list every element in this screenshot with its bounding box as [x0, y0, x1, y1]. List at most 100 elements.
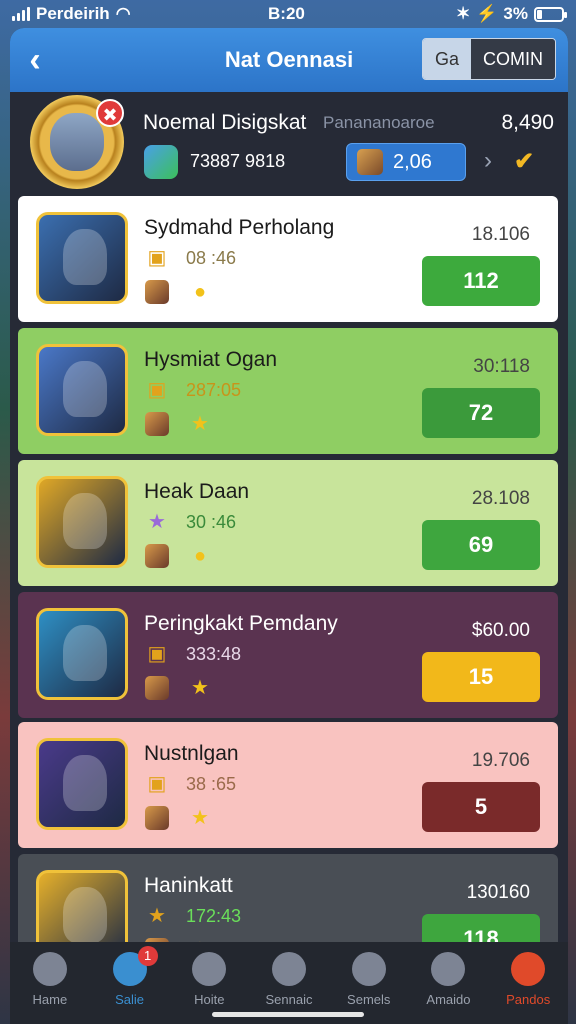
game-thumbnail: [36, 476, 128, 568]
joystick-icon: [351, 952, 386, 986]
profile-name: Noemal Disigskat: [143, 111, 307, 134]
coins-value: 2,06: [393, 150, 432, 173]
card-score: 130160: [466, 882, 530, 903]
back-button[interactable]: ‹: [10, 28, 60, 92]
charging-icon: ⚡: [476, 4, 498, 23]
nav-label: Sennaic: [265, 992, 313, 1007]
star-icon: ★: [191, 807, 209, 829]
nav-item-hame[interactable]: Hame: [10, 942, 90, 1024]
card-action-button[interactable]: 69: [422, 520, 540, 570]
star-icon: ▣: [147, 379, 167, 401]
card-time: 08 :46: [186, 248, 237, 268]
character-icon: [145, 280, 169, 304]
segment-comin[interactable]: COMIN: [471, 39, 555, 79]
card-time: 38 :65: [186, 774, 237, 794]
segment-ga[interactable]: Ga: [422, 39, 471, 79]
battery-label: 3%: [503, 4, 528, 23]
character-icon: [145, 676, 169, 700]
profile-subtitle: Panananoaroe: [323, 113, 435, 132]
nav-item-salie[interactable]: Salie 1: [90, 942, 170, 1024]
card-title: Haninkatt: [144, 874, 233, 897]
chevron-right-icon[interactable]: ›: [484, 147, 492, 175]
star-icon: ★: [148, 905, 166, 927]
carrier-label: Perdeirih: [36, 4, 110, 23]
status-right: ✶ ⚡ 3%: [456, 4, 567, 24]
bluetooth-icon: ✶: [456, 4, 471, 23]
card-time: 172:43: [186, 906, 242, 926]
list-item[interactable]: Sydmahd Perholang ▣ 08 :46 ● 18.106 112: [18, 196, 558, 322]
card-score: $60.00: [471, 620, 530, 641]
signal-icon: [12, 7, 30, 21]
chest-icon: ★: [148, 511, 166, 533]
game-thumbnail: [36, 212, 128, 304]
avatar[interactable]: ✖: [30, 95, 124, 189]
card-title: Nustnlgan: [144, 742, 239, 765]
coins-button[interactable]: 2,06: [346, 143, 466, 181]
profile-score: 8,490: [501, 111, 554, 134]
card-action-button[interactable]: 15: [422, 652, 540, 702]
card-score: 19.706: [471, 750, 530, 771]
search-icon: [272, 952, 307, 986]
list-item[interactable]: Hysmiat Ogan ▣ 287:05 ★ 30:118 72: [18, 328, 558, 454]
nav-label: Salie: [115, 992, 145, 1007]
card-action-button[interactable]: 5: [422, 782, 540, 832]
card-action-button[interactable]: 72: [422, 388, 540, 438]
status-bar: Perdeirih ◠ B:20 ✶ ⚡ 3%: [0, 0, 576, 28]
card-score: 30:118: [473, 356, 530, 377]
profile-id: 73887 9818: [190, 151, 286, 171]
check-icon: ✔: [514, 148, 535, 175]
character-icon: [357, 149, 383, 175]
card-score: 18.106: [471, 224, 530, 245]
character-icon: [145, 544, 169, 568]
game-thumbnail: [36, 344, 128, 436]
gem-icon: [144, 145, 178, 179]
coin-icon: ●: [193, 281, 207, 303]
star-icon: ★: [191, 677, 209, 699]
segment-control: Ga COMIN: [421, 38, 556, 80]
list-icon: [192, 952, 227, 986]
notification-badge-icon: ✖: [96, 99, 124, 127]
character-icon: [145, 412, 169, 436]
camera-icon: [431, 952, 466, 986]
nav-badge: 1: [137, 946, 158, 966]
header-bar: ‹ Nat Oennasi Ga COMIN: [10, 28, 568, 92]
card-time: 30 :46: [186, 512, 237, 532]
card-score: 28.108: [471, 488, 530, 509]
list-item[interactable]: Heak Daan ★ 30 :46 ● 28.108 69: [18, 460, 558, 586]
nav-label: Hame: [32, 992, 68, 1007]
card-title: Sydmahd Perholang: [144, 216, 335, 239]
clock: B:20: [268, 4, 305, 23]
nav-label: Semels: [347, 992, 391, 1007]
character-icon: [145, 806, 169, 830]
card-title: Heak Daan: [144, 480, 250, 503]
card-title: Hysmiat Ogan: [144, 348, 278, 371]
star-icon: ▣: [147, 643, 167, 665]
nav-item-amaido[interactable]: Amaido: [409, 942, 489, 1024]
app-window: ‹ Nat Oennasi Ga COMIN ✖ Noemal Disigska…: [10, 28, 568, 1024]
home-icon: [32, 952, 67, 986]
battery-icon: [534, 6, 567, 22]
card-action-button[interactable]: 112: [422, 256, 540, 306]
wifi-icon: ◠: [115, 4, 131, 23]
status-left: Perdeirih ◠: [12, 4, 131, 24]
card-title: Peringkakt Pemdany: [144, 612, 338, 635]
home-indicator: [212, 1012, 364, 1017]
list-item[interactable]: Peringkakt Pemdany ▣ 333:48 ★ $60.00 15: [18, 592, 558, 718]
card-time: 287:05: [186, 380, 242, 400]
game-thumbnail: [36, 608, 128, 700]
profile-section: ✖ Noemal Disigskat Panananoaroe 8,490 73…: [10, 92, 568, 194]
star-icon: ★: [191, 413, 209, 435]
star-icon: ●: [193, 545, 207, 567]
nav-label: Hoite: [194, 992, 225, 1007]
nav-item-pandos[interactable]: Pandos: [488, 942, 568, 1024]
nav-label: Pandos: [506, 992, 551, 1007]
list-item[interactable]: Nustnlgan ▣ 38 :65 ★ 19.706 5: [18, 722, 558, 848]
nav-label: Amaido: [426, 992, 471, 1007]
game-thumbnail: [36, 738, 128, 830]
chest-icon: ▣: [147, 247, 167, 269]
chest-icon: ▣: [147, 773, 167, 795]
profile-icon: [511, 952, 546, 986]
chevron-left-icon: ‹: [29, 40, 41, 79]
card-time: 333:48: [186, 644, 242, 664]
avatar-face: [50, 113, 104, 171]
